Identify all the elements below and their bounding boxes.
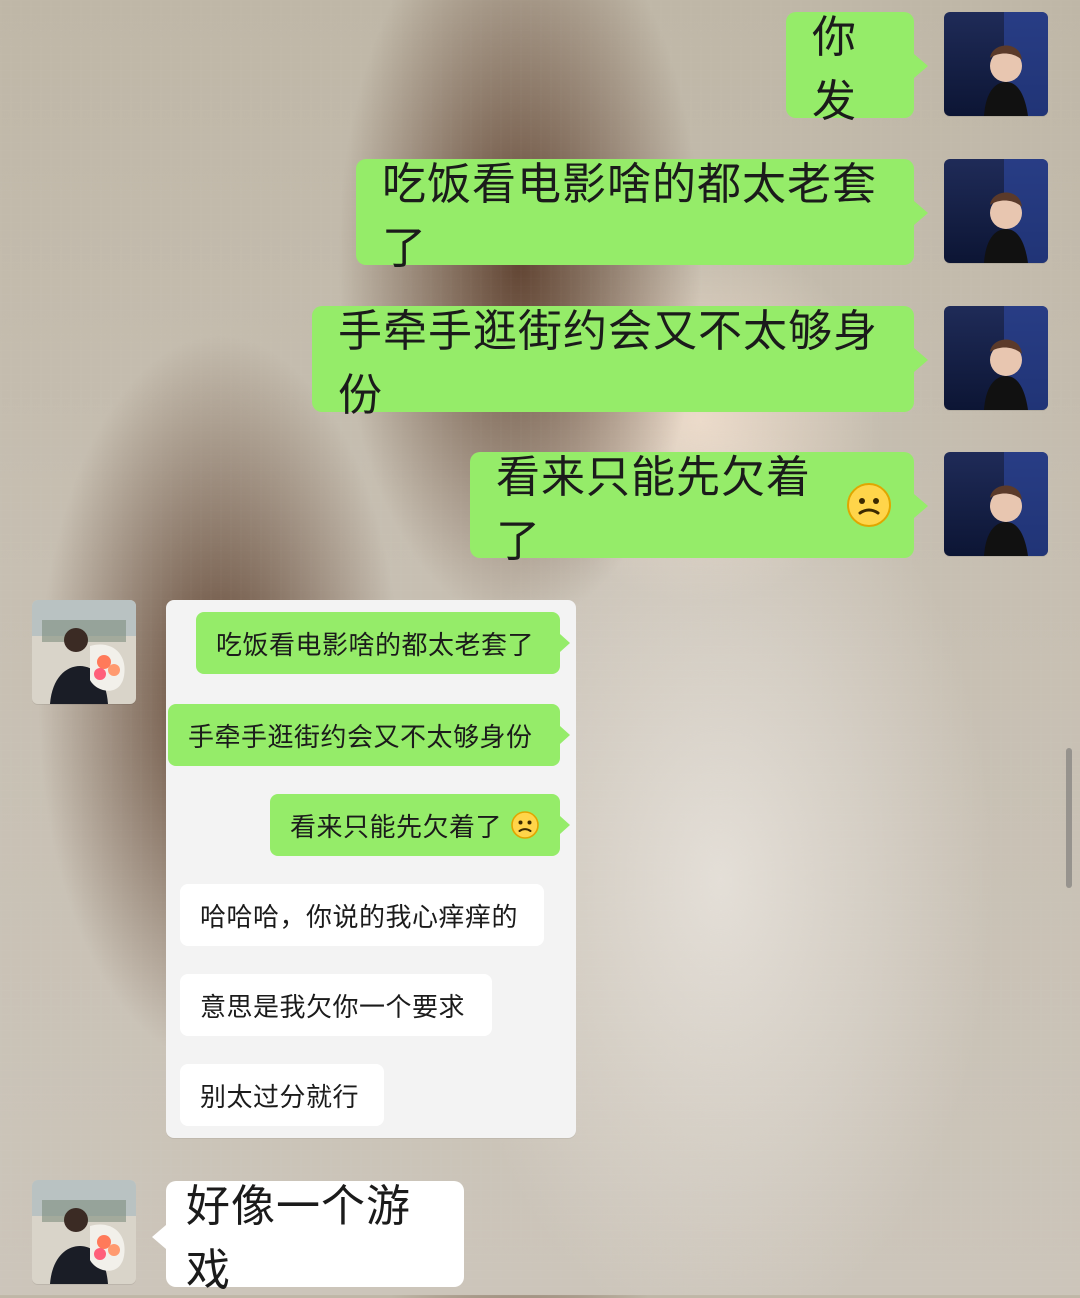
embedded-incoming-message-2: 意思是我欠你一个要求: [180, 974, 492, 1036]
avatar-image: [944, 306, 1048, 410]
embedded-message-text: 意思是我欠你一个要求: [200, 992, 466, 1023]
avatar-image: [944, 159, 1048, 263]
right-user-avatar-4[interactable]: [944, 452, 1048, 556]
chat-message-outgoing-1[interactable]: 你发: [786, 12, 928, 127]
embedded-incoming-message-1: 哈哈哈，你说的我心痒痒的: [180, 884, 544, 946]
avatar-image: [32, 1180, 136, 1284]
scrollbar-thumb[interactable]: [1066, 748, 1072, 888]
message-text: 好像一个游戏: [186, 1181, 411, 1296]
confused-face-emoji: [846, 482, 892, 528]
chat-message-incoming-1[interactable]: 好像一个游戏: [152, 1181, 464, 1296]
avatar-image: [944, 12, 1048, 116]
embedded-message-text: 别太过分就行: [200, 1082, 360, 1113]
embedded-incoming-message-3: 别太过分就行: [180, 1064, 384, 1126]
embedded-outgoing-message-2: 手牵手逛街约会又不太够身份: [168, 704, 570, 766]
embedded-outgoing-message-1: 吃饭看电影啥的都太老套了: [196, 612, 570, 674]
message-text: 你发: [812, 12, 857, 127]
message-text: 看来只能先欠着了: [496, 452, 811, 567]
embedded-chat-screenshot: 吃饭看电影啥的都太老套了 手牵手逛街约会又不太够身份 看来只能先欠着了 哈哈哈，…: [166, 600, 576, 1138]
chat-message-outgoing-3[interactable]: 手牵手逛街约会又不太够身份: [312, 306, 928, 421]
chat-message-outgoing-2[interactable]: 吃饭看电影啥的都太老套了: [356, 159, 928, 274]
right-user-avatar-1[interactable]: [944, 12, 1048, 116]
embedded-message-text: 看来只能先欠着了: [290, 812, 503, 843]
worried-face-emoji: [510, 810, 540, 840]
avatar-image: [944, 452, 1048, 556]
right-user-avatar-2[interactable]: [944, 159, 1048, 263]
chat-message-outgoing-4[interactable]: 看来只能先欠着了: [470, 452, 928, 567]
embedded-message-text: 哈哈哈，你说的我心痒痒的: [200, 902, 519, 933]
worried-face-icon: [511, 811, 539, 839]
embedded-message-text: 吃饭看电影啥的都太老套了: [216, 630, 535, 661]
right-user-avatar-3[interactable]: [944, 306, 1048, 410]
avatar-image: [32, 600, 136, 704]
message-text: 吃饭看电影啥的都太老套了: [382, 159, 877, 274]
left-user-avatar-1[interactable]: [32, 600, 136, 704]
embedded-message-text: 手牵手逛街约会又不太够身份: [188, 722, 533, 753]
left-user-avatar-2[interactable]: [32, 1180, 136, 1284]
message-text: 手牵手逛街约会又不太够身份: [338, 306, 878, 421]
embedded-outgoing-message-3: 看来只能先欠着了: [270, 794, 570, 856]
confused-face-icon: [847, 483, 891, 527]
